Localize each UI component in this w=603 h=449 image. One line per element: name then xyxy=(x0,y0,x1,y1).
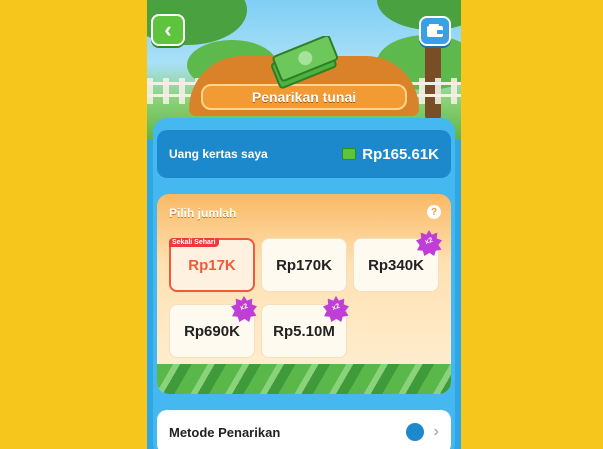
method-label: Metode Penarikan xyxy=(169,424,281,440)
money-pile-decoration xyxy=(157,364,451,394)
amount-card: Pilih jumlah ? Sekali Sehari Rp17K Rp170… xyxy=(157,194,451,394)
amount-label: Rp17K xyxy=(188,256,236,274)
balance-label: Uang kertas saya xyxy=(169,147,268,161)
chevron-right-icon: › xyxy=(433,423,439,440)
amount-label: Rp170K xyxy=(276,256,332,274)
page-title: Penarikan tunai xyxy=(251,89,357,105)
wallet-icon xyxy=(405,423,424,441)
bonus-badge: x2 xyxy=(416,230,442,256)
wallet-icon xyxy=(427,24,443,37)
daily-tag: Sekali Sehari xyxy=(169,238,219,247)
amount-title: Pilih jumlah xyxy=(169,206,237,220)
withdrawal-method-row[interactable]: Metode Penarikan › xyxy=(157,410,451,449)
wallet-button[interactable] xyxy=(419,16,451,46)
cash-stack-icon xyxy=(271,36,339,89)
amount-option-rp170k[interactable]: Rp170K xyxy=(261,238,347,292)
bonus-badge: x2 xyxy=(323,296,349,322)
balance-amount: Rp165.61K xyxy=(342,146,439,163)
app-screen: ‹ Penarikan tunai Uang kertas saya Rp165… xyxy=(147,0,461,449)
amount-option-rp17k[interactable]: Sekali Sehari Rp17K xyxy=(169,238,255,292)
balance-value: Rp165.61K xyxy=(362,145,439,163)
amount-label: Rp340K xyxy=(368,256,424,274)
back-button[interactable]: ‹ xyxy=(151,14,185,46)
amount-label: Rp690K xyxy=(184,322,240,340)
banknote-icon xyxy=(342,148,357,160)
balance-row: Uang kertas saya Rp165.61K xyxy=(157,130,451,178)
help-icon[interactable]: ? xyxy=(427,205,441,219)
bonus-badge: x2 xyxy=(231,296,257,322)
chevron-left-icon: ‹ xyxy=(164,17,172,42)
amount-label: Rp5.10M xyxy=(273,322,335,340)
